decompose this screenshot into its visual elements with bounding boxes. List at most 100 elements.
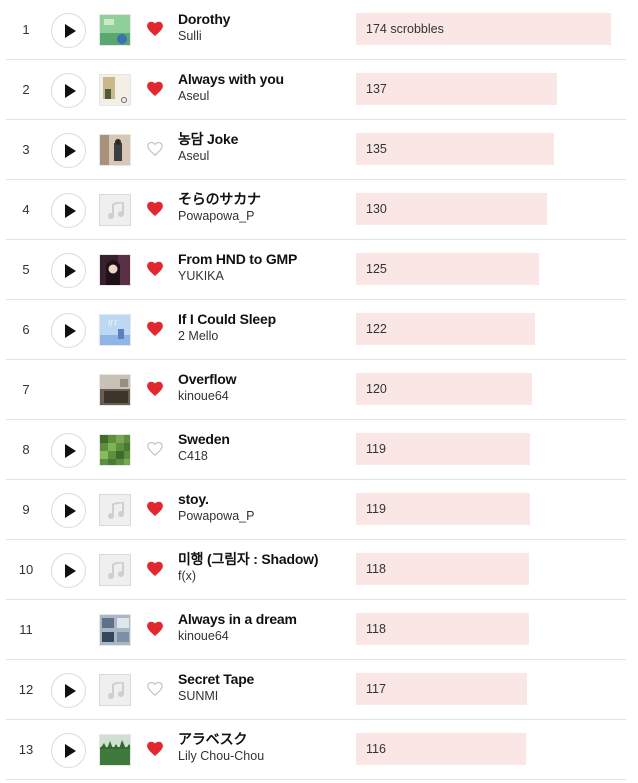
track-row[interactable]: 11 Always in a dream kinoue64 118 [6,600,626,660]
track-title[interactable]: Sweden [178,430,348,448]
track-row[interactable]: 10 미행 (그림자 : Shadow) f(x) 118 [6,540,626,600]
play-icon [65,84,76,98]
play-button[interactable] [51,673,86,708]
love-heart-outline-icon[interactable] [146,680,164,698]
love-heart-outline-icon[interactable] [146,440,164,458]
track-row[interactable]: 4 そらのサカナ Powapowa_P 130 [6,180,626,240]
scrobble-count-bar[interactable]: 119 [356,493,530,525]
scrobble-count-bar[interactable]: 116 [356,733,526,765]
track-artist[interactable]: C418 [178,448,348,464]
loved-heart-icon[interactable] [146,500,164,518]
track-artist[interactable]: SUNMI [178,688,348,704]
track-title[interactable]: そらのサカナ [178,190,348,208]
play-button[interactable] [51,73,86,108]
play-icon [65,744,76,758]
album-art-placeholder[interactable] [99,194,131,226]
track-title[interactable]: Overflow [178,370,348,388]
play-button[interactable] [51,733,86,768]
play-button[interactable] [51,13,86,48]
scrobble-count-bar[interactable]: 118 [356,553,529,585]
scrobble-count-bar[interactable]: 174 scrobbles [356,13,611,45]
album-art[interactable] [99,734,131,766]
play-button[interactable] [51,433,86,468]
track-title[interactable]: Always in a dream [178,610,348,628]
scrobble-count-bar[interactable]: 135 [356,133,554,165]
track-artist[interactable]: Aseul [178,88,348,104]
track-artist[interactable]: f(x) [178,568,348,584]
track-artist[interactable]: Powapowa_P [178,208,348,224]
track-meta: Always in a dream kinoue64 [178,610,348,644]
album-art-placeholder[interactable] [99,674,131,706]
scrobble-count-bar[interactable]: 137 [356,73,557,105]
album-art-placeholder[interactable] [99,494,131,526]
loved-heart-icon[interactable] [146,20,164,38]
scrobble-count-bar[interactable]: 119 [356,433,530,465]
loved-heart-icon[interactable] [146,80,164,98]
track-row[interactable]: 13 アラベスク Lily Chou-Chou 116 [6,720,626,780]
loved-heart-icon[interactable] [146,260,164,278]
track-rank: 9 [22,502,30,517]
loved-heart-icon[interactable] [146,560,164,578]
track-row[interactable]: 7 Overflow kinoue64 120 [6,360,626,420]
track-artist[interactable]: Sulli [178,28,348,44]
loved-heart-icon[interactable] [146,200,164,218]
track-artist[interactable]: Powapowa_P [178,508,348,524]
album-art-placeholder[interactable] [99,554,131,586]
play-button[interactable] [51,193,86,228]
track-rank: 2 [22,82,30,97]
scrobble-count-bar[interactable]: 118 [356,613,529,645]
scrobble-count-bar[interactable]: 120 [356,373,532,405]
track-artist[interactable]: Lily Chou-Chou [178,748,348,764]
loved-heart-icon[interactable] [146,740,164,758]
track-title[interactable]: Secret Tape [178,670,348,688]
track-artist[interactable]: kinoue64 [178,628,348,644]
scrobble-count-bar[interactable]: 125 [356,253,539,285]
album-art[interactable] [99,134,131,166]
track-title[interactable]: 농담 Joke [178,130,348,148]
scrobble-count-bar[interactable]: 130 [356,193,547,225]
album-art[interactable] [99,374,131,406]
track-rank: 4 [22,202,30,217]
track-title[interactable]: From HND to GMP [178,250,348,268]
loved-heart-icon[interactable] [146,620,164,638]
track-row[interactable]: 5 From HND to GMP YUKIKA 125 [6,240,626,300]
track-artist[interactable]: 2 Mello [178,328,348,344]
scrobble-count: 116 [366,742,386,756]
track-artist[interactable]: kinoue64 [178,388,348,404]
play-button[interactable] [51,553,86,588]
track-row[interactable]: 6 If I If I Could Sleep 2 Mello 122 [6,300,626,360]
album-art[interactable] [99,14,131,46]
track-row[interactable]: 3 농담 Joke Aseul 135 [6,120,626,180]
play-button[interactable] [51,133,86,168]
track-title[interactable]: Always with you [178,70,348,88]
play-button[interactable] [51,313,86,348]
track-rank: 13 [18,742,34,757]
album-art[interactable] [99,254,131,286]
track-artist[interactable]: YUKIKA [178,268,348,284]
track-rank: 5 [22,262,30,277]
album-art[interactable]: If I [99,314,131,346]
track-title[interactable]: 미행 (그림자 : Shadow) [178,550,348,568]
track-artist[interactable]: Aseul [178,148,348,164]
album-art[interactable] [99,614,131,646]
love-heart-outline-icon[interactable] [146,140,164,158]
track-row[interactable]: 2 Always with you Aseul 137 [6,60,626,120]
album-art[interactable] [99,434,131,466]
play-button[interactable] [51,493,86,528]
scrobble-count-bar[interactable]: 117 [356,673,527,705]
track-row[interactable]: 1 Dorothy Sulli 174 scrobbles [6,0,626,60]
track-rank: 3 [22,142,30,157]
scrobble-count-bar[interactable]: 122 [356,313,535,345]
loved-heart-icon[interactable] [146,320,164,338]
track-row[interactable]: 12 Secret Tape SUNMI 117 [6,660,626,720]
track-title[interactable]: アラベスク [178,730,348,748]
play-button[interactable] [51,253,86,288]
track-title[interactable]: Dorothy [178,10,348,28]
track-row[interactable]: 9 stoy. Powapowa_P 119 [6,480,626,540]
play-icon [65,24,76,38]
album-art[interactable] [99,74,131,106]
track-title[interactable]: stoy. [178,490,348,508]
track-title[interactable]: If I Could Sleep [178,310,348,328]
loved-heart-icon[interactable] [146,380,164,398]
track-row[interactable]: 8 Sweden C418 119 [6,420,626,480]
